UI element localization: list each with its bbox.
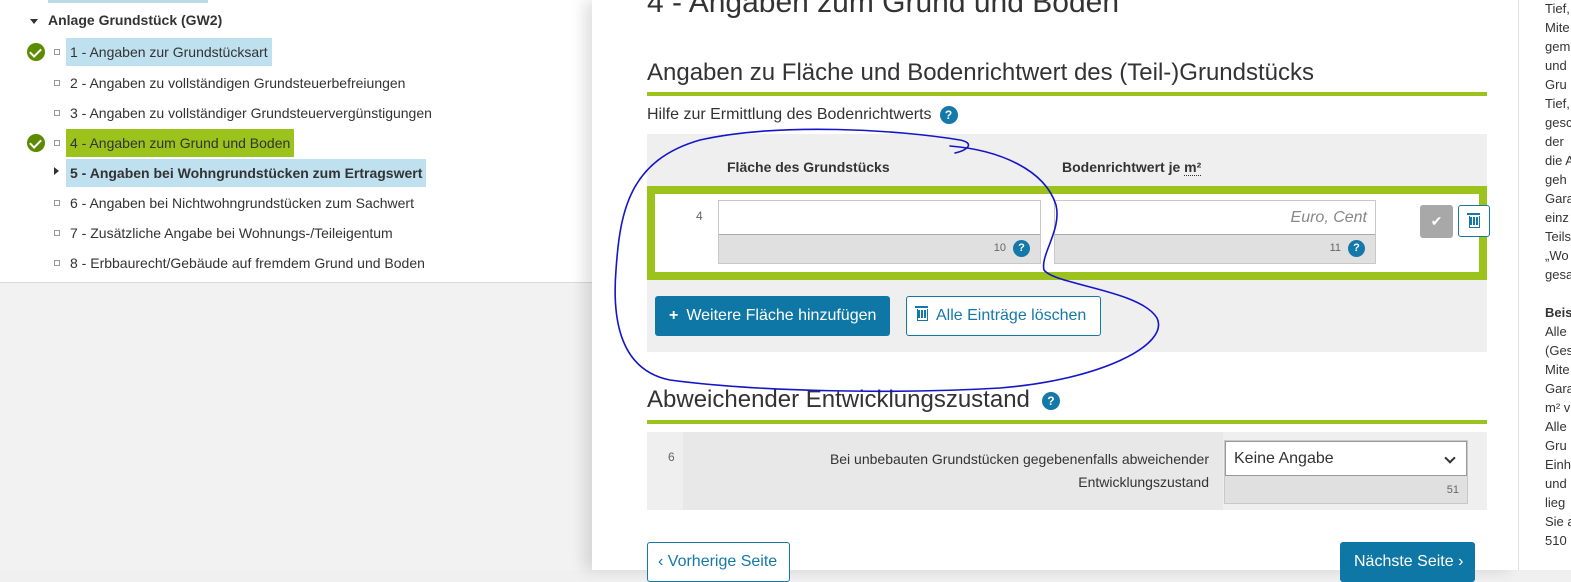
freehand-annotation [614,128,1160,393]
freehand-circle-stroke [614,128,1160,393]
